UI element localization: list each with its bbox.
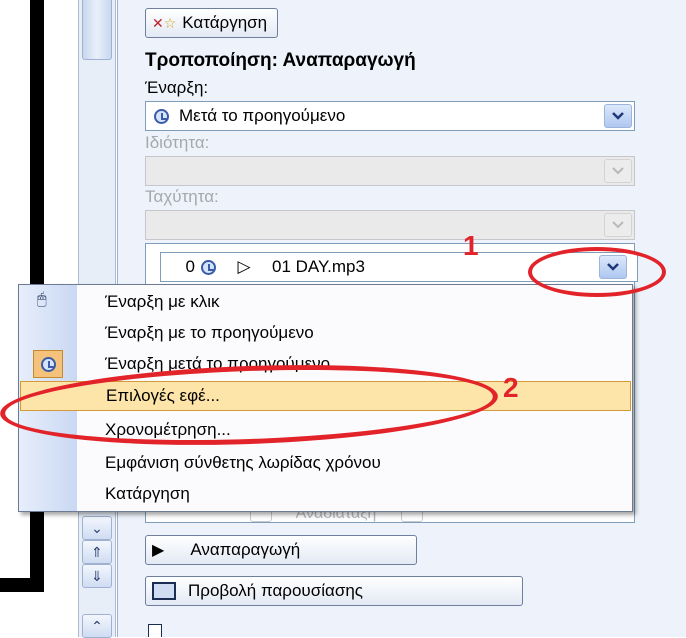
menu-item-show-advanced-timeline[interactable]: Εμφάνιση σύνθετης λωρίδας χρόνου [20, 448, 631, 478]
double-down-arrow-icon: ⇓ [91, 568, 103, 584]
speed-dropdown[interactable] [145, 210, 635, 240]
clock-icon [201, 259, 216, 275]
section-title: Τροποποίηση: Αναπαραγωγή [145, 50, 416, 71]
menu-item-label: Κατάργηση [105, 484, 190, 503]
slideshow-button-label: Προβολή παρουσίασης [188, 581, 363, 600]
play-triangle-icon: ▷ [237, 257, 251, 276]
scroll-up-button[interactable]: ⌃ [82, 614, 112, 638]
speed-label: Ταχύτητα: [145, 187, 219, 206]
play-button-label: Αναπαραγωγή [190, 540, 301, 559]
play-button[interactable]: ▶ Αναπαραγωγή [145, 535, 417, 565]
autopreview-strip [118, 624, 686, 637]
remove-effect-label: Κατάργηση [182, 13, 268, 32]
chevron-up-icon: ⌃ [91, 618, 103, 634]
remove-effect-button[interactable]: ✕☆ Κατάργηση [145, 8, 279, 38]
animation-order: 0 [185, 257, 195, 276]
slideshow-button[interactable]: Προβολή παρουσίασης [145, 576, 523, 606]
chevron-down-icon[interactable] [604, 213, 632, 237]
chevron-down-icon[interactable] [604, 159, 632, 183]
double-up-arrow-icon: ⇑ [91, 544, 103, 560]
menu-item-start-with-previous[interactable]: Έναρξη με το προηγούμενο [20, 318, 631, 348]
chevron-down-icon[interactable] [604, 104, 632, 128]
menu-item-remove[interactable]: Κατάργηση [20, 479, 631, 509]
annotation-circle-1 [528, 247, 666, 297]
menu-item-start-on-click[interactable]: Έναρξη με κλικ [20, 287, 631, 317]
property-dropdown[interactable] [145, 156, 635, 186]
clock-icon [154, 108, 169, 124]
next-slide-button[interactable]: ⇓ [82, 564, 112, 588]
menu-item-label: Εμφάνιση σύνθετης λωρίδας χρόνου [105, 453, 381, 472]
slide-border-bottom [0, 578, 44, 592]
start-dropdown-value: Μετά το προηγούμενο [179, 106, 346, 125]
scroll-down-button[interactable]: ⌄ [82, 516, 112, 540]
start-dropdown[interactable]: Μετά το προηγούμενο [145, 101, 635, 131]
slideshow-icon [152, 582, 176, 600]
remove-effect-icon: ✕☆ [152, 14, 177, 31]
menu-item-label: Έναρξη με το προηγούμενο [105, 323, 314, 342]
previous-slide-button[interactable]: ⇑ [82, 540, 112, 564]
chevron-down-icon: ⌄ [91, 520, 103, 536]
annotation-number-1: 1 [463, 230, 479, 261]
start-label: Έναρξη: [145, 78, 209, 97]
annotation-number-2: 2 [503, 372, 519, 403]
play-icon: ▶ [152, 542, 165, 559]
scrollbar-thumb[interactable] [82, 0, 112, 60]
property-label: Ιδιότητα: [145, 133, 210, 152]
menu-item-label: Έναρξη με κλικ [105, 292, 220, 311]
